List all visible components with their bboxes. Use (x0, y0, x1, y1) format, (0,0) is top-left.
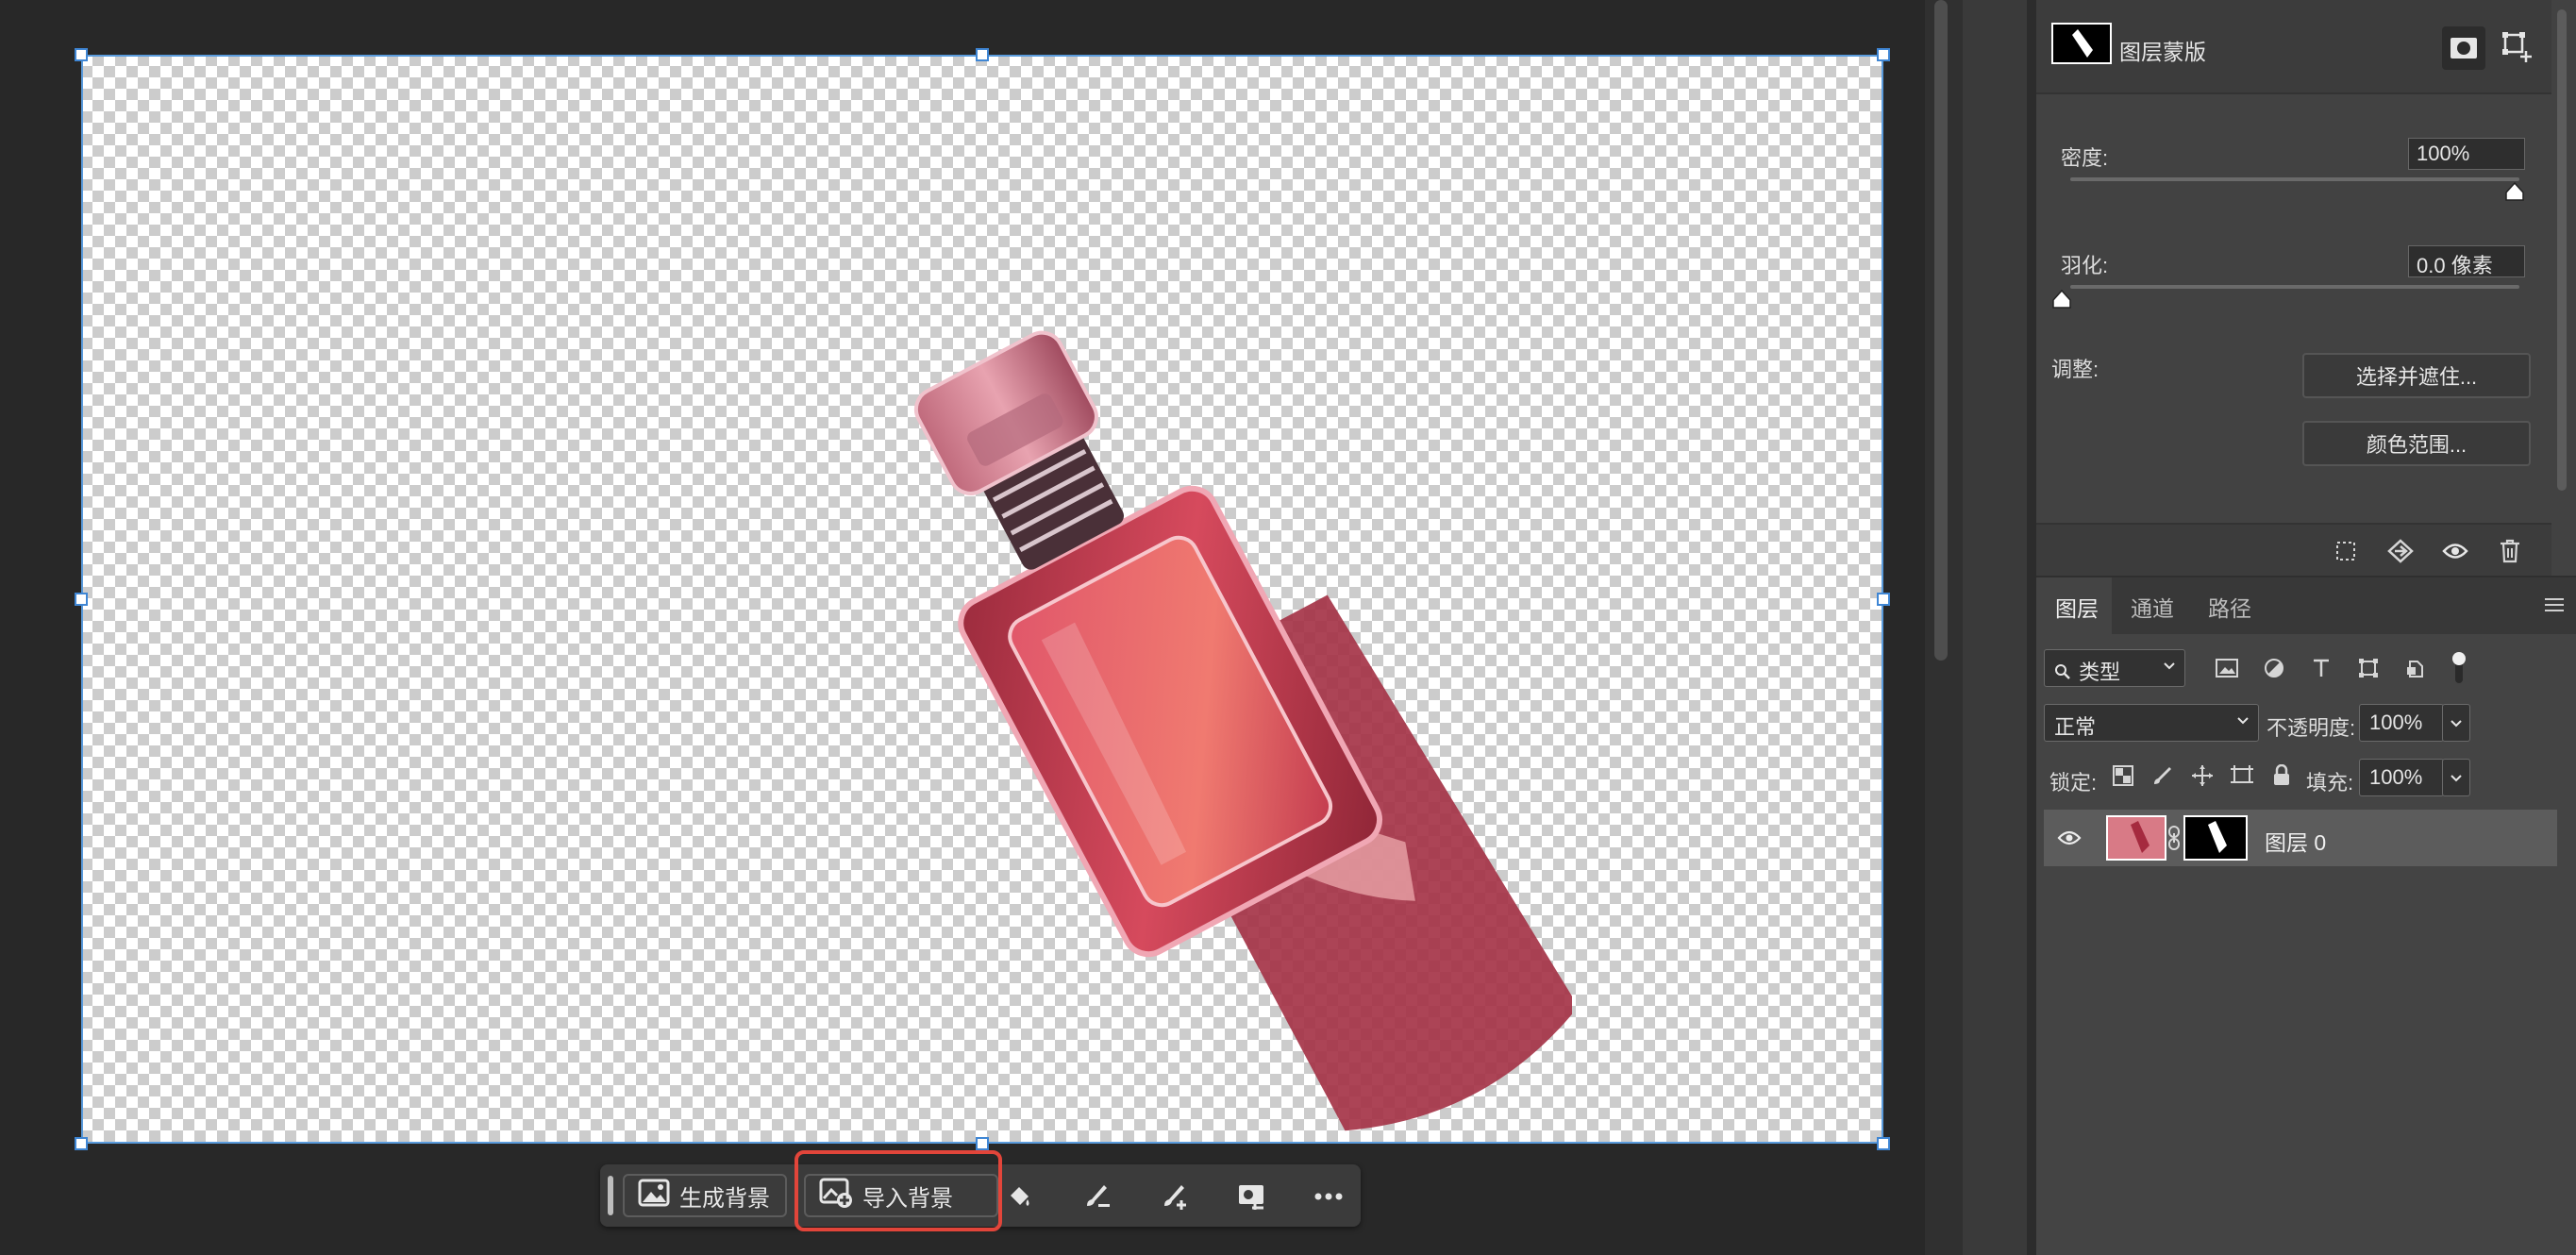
brush-subtract-icon[interactable] (1078, 1178, 1115, 1215)
search-icon (2054, 661, 2071, 686)
fill-dropdown[interactable] (2442, 759, 2470, 796)
lock-all-icon[interactable] (2265, 759, 2299, 793)
brush-add-icon[interactable] (1155, 1178, 1193, 1215)
blend-mode-select[interactable]: 正常 (2044, 704, 2259, 742)
transform-handle-top-right[interactable] (1877, 48, 1890, 61)
generate-background-button[interactable]: 生成背景 (623, 1174, 787, 1217)
tab-paths[interactable]: 路径 (2208, 591, 2251, 623)
properties-panel: 图层蒙版 密度: 100% 羽化: 0.0 像素 调整: 选择并遮住... 颜色… (2036, 0, 2576, 576)
properties-title: 图层蒙版 (2119, 40, 2206, 64)
layer-mask-thumbnail (2051, 23, 2112, 64)
transform-handle-top-left[interactable] (75, 48, 88, 61)
properties-scrollbar[interactable] (2553, 0, 2570, 500)
feather-input[interactable]: 0.0 像素 (2408, 245, 2525, 277)
panel-dock-gutter (1963, 0, 2036, 1255)
layers-panel-tabs: 图层 通道 路径 (2036, 577, 2576, 634)
color-range-button[interactable]: 颜色范围... (2302, 421, 2531, 466)
lock-artboard-icon[interactable] (2225, 759, 2259, 793)
chevron-down-icon (2451, 775, 2462, 782)
layer-row[interactable]: 图层 0 (2044, 810, 2557, 866)
import-background-highlight (795, 1150, 1002, 1231)
chevron-down-icon (2237, 717, 2249, 725)
layer-filter-select[interactable]: 类型 (2044, 649, 2185, 687)
density-input[interactable]: 100% (2408, 138, 2525, 170)
lock-position-move-icon[interactable] (2185, 759, 2219, 793)
perfume-bottle-image[interactable] (798, 272, 1572, 1187)
filter-adjustment-icon[interactable] (2257, 651, 2291, 685)
filter-pixel-icon[interactable] (2210, 651, 2244, 685)
feather-slider-thumb[interactable] (2051, 289, 2072, 310)
vector-mask-add-icon[interactable] (2499, 28, 2536, 66)
transform-handle-middle-left[interactable] (75, 593, 88, 606)
lock-label: 锁定: (2049, 771, 2098, 795)
fill-label: 填充: (2306, 771, 2354, 795)
lock-transparent-pixels-icon[interactable] (2106, 759, 2140, 793)
density-slider-track[interactable] (2070, 177, 2519, 181)
transform-handle-bottom-left[interactable] (75, 1137, 88, 1150)
filter-shape-icon[interactable] (2351, 651, 2385, 685)
density-slider-thumb[interactable] (2504, 181, 2525, 202)
lock-image-pixels-brush-icon[interactable] (2146, 759, 2180, 793)
transform-handle-top-center[interactable] (976, 48, 989, 61)
panel-menu-icon[interactable] (2544, 596, 2567, 615)
blend-mode-value: 正常 (2054, 715, 2097, 739)
mask-settings-icon[interactable] (1232, 1178, 1270, 1215)
layers-panel: 图层 通道 路径 类型 正常 不透明度: 100% 锁定: 填充: 100% 图… (2036, 576, 2576, 1255)
apply-mask-icon[interactable] (2385, 536, 2416, 566)
workspace-scrollbar-thumb[interactable] (1934, 0, 1948, 661)
opacity-dropdown[interactable] (2442, 704, 2470, 742)
taskbar-drag-handle[interactable] (608, 1176, 613, 1215)
fill-bucket-icon[interactable] (1000, 1178, 1038, 1215)
density-label: 密度: (2061, 146, 2109, 170)
fill-input[interactable]: 100% (2359, 759, 2444, 796)
feather-slider-track[interactable] (2070, 285, 2519, 289)
adjust-label: 调整: (2051, 358, 2099, 381)
select-and-mask-button[interactable]: 选择并遮住... (2302, 353, 2531, 398)
mask-visibility-eye-icon[interactable] (2440, 536, 2470, 566)
canvas-transparent-area[interactable] (81, 55, 1883, 1144)
transform-handle-bottom-right[interactable] (1877, 1137, 1890, 1150)
tab-layers[interactable]: 图层 (2055, 591, 2099, 623)
filter-toggle-switch[interactable] (2450, 649, 2468, 687)
load-selection-icon[interactable] (2331, 536, 2361, 566)
filter-smart-object-icon[interactable] (2399, 651, 2433, 685)
delete-mask-trash-icon[interactable] (2495, 536, 2525, 566)
properties-footer (2036, 523, 2551, 576)
filter-type-icon[interactable] (2304, 651, 2338, 685)
layer-filter-value: 类型 (2079, 661, 2121, 684)
layer-mask-link-icon[interactable] (2166, 825, 2182, 851)
generate-background-label: 生成背景 (679, 1185, 770, 1212)
properties-header: 图层蒙版 (2036, 0, 2551, 94)
panel-dock-divider (2027, 0, 2036, 1255)
opacity-label: 不透明度: (2267, 716, 2356, 740)
layer-visibility-eye-icon[interactable] (2053, 825, 2085, 851)
opacity-input[interactable]: 100% (2359, 704, 2444, 742)
pixel-mask-icon[interactable] (2442, 26, 2485, 70)
chevron-down-icon (2164, 662, 2175, 670)
layer-thumbnail[interactable] (2106, 815, 2166, 861)
layer-mask-thumbnail-in-row[interactable] (2183, 815, 2248, 861)
feather-label: 羽化: (2061, 254, 2109, 277)
tab-channels[interactable]: 通道 (2131, 591, 2174, 623)
layer-name[interactable]: 图层 0 (2265, 825, 2326, 857)
transform-handle-bottom-center[interactable] (976, 1137, 989, 1150)
transform-handle-middle-right[interactable] (1877, 593, 1890, 606)
more-icon[interactable] (1310, 1178, 1347, 1215)
chevron-down-icon (2451, 720, 2462, 728)
image-icon (638, 1179, 670, 1213)
